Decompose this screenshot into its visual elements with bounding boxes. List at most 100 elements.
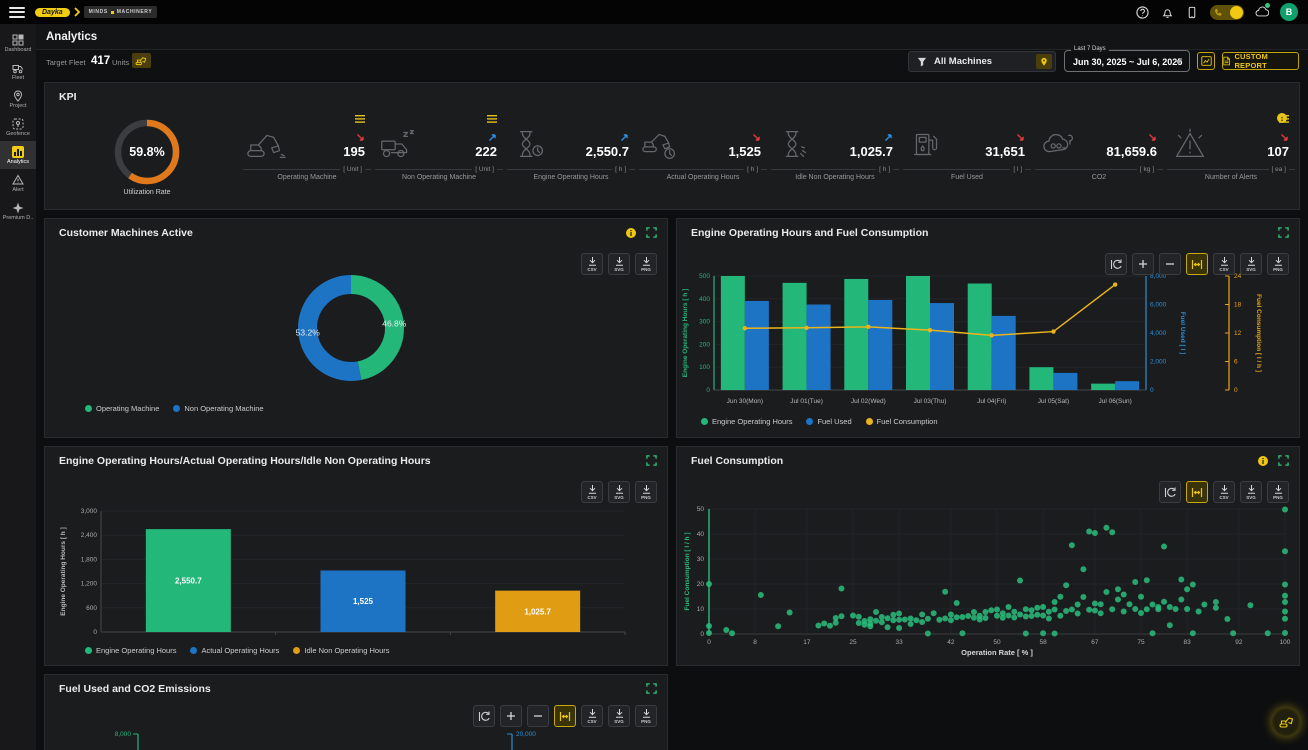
zoom-out-button[interactable]	[527, 705, 549, 727]
hours-comparison-panel: Engine Operating Hours/Actual Operating …	[44, 446, 668, 666]
reset-zoom-button[interactable]	[1159, 481, 1181, 503]
kpi-menu-icon[interactable]	[355, 115, 365, 123]
sidebar-item-geofence[interactable]: Geofence	[0, 113, 36, 141]
reset-zoom-button[interactable]	[1105, 253, 1127, 275]
svg-text:1,025.7: 1,025.7	[524, 607, 551, 616]
legend-item[interactable]: Fuel Consumption	[866, 417, 938, 426]
legend-item[interactable]: Idle Non Operating Hours	[293, 646, 389, 655]
fleet-machine-button[interactable]	[132, 53, 151, 68]
svg-text:1,525: 1,525	[353, 597, 374, 606]
target-fleet-value: 417	[91, 55, 110, 67]
kpi-fuel-used: 31,651 [ l ] Fuel Used	[901, 113, 1033, 207]
date-range-picker[interactable]: Last 7 Days Jun 30, 2025 ~ Jul 6, 2025	[1064, 50, 1190, 72]
kpi-unit: [ Unit ]	[472, 166, 497, 173]
svg-text:2,000: 2,000	[1150, 359, 1167, 366]
svg-text:Fuel Used [ l ]: Fuel Used [ l ]	[1179, 312, 1186, 355]
export-png-button[interactable]: PNG	[1267, 253, 1289, 275]
sidebar-item-alert[interactable]: Alert	[0, 169, 36, 197]
kpi-idle-non-operating-hours: 1,025.7 [ h ] Idle Non Operating Hours	[769, 113, 901, 207]
kpi-menu-icon[interactable]	[487, 115, 497, 123]
kpi-engine-operating-hours: 2,550.7 [ h ] Engine Operating Hours	[505, 113, 637, 207]
machine-assistant-fab[interactable]	[1271, 707, 1301, 737]
legend-item[interactable]: Fuel Used	[806, 417, 851, 426]
svg-text:10: 10	[697, 606, 705, 613]
custom-report-button[interactable]: CUSTOM REPORT	[1222, 52, 1299, 70]
reset-zoom-button[interactable]	[473, 705, 495, 727]
sidebar-item-dashboard[interactable]: Dashboard	[0, 29, 36, 57]
svg-text:3,000: 3,000	[81, 508, 98, 515]
svg-text:92: 92	[1235, 639, 1243, 646]
toggle-knob	[1230, 6, 1243, 19]
hamburger-menu-icon[interactable]	[9, 4, 25, 20]
svg-text:1,800: 1,800	[81, 556, 98, 563]
date-range-value: Jun 30, 2025 ~ Jul 6, 2025	[1073, 57, 1182, 67]
svg-text:Jul 06(Sun): Jul 06(Sun)	[1099, 398, 1132, 405]
alert-icon	[12, 174, 24, 186]
brand-tagline: MINDSMACHINERY	[84, 6, 158, 18]
export-svg-button[interactable]: SVG	[1240, 481, 1262, 503]
pan-zoom-button[interactable]	[554, 705, 576, 727]
cloud-sync-icon[interactable]	[1255, 5, 1269, 19]
legend-item[interactable]: Engine Operating Hours	[85, 646, 176, 655]
zoom-in-button[interactable]	[1132, 253, 1154, 275]
kpi-panel: KPI 59.8% Utilization Rate 195 [ Unit ] …	[44, 82, 1300, 210]
kpi-cells: 195 [ Unit ] Operating Machine 222 [ Uni…	[241, 113, 1297, 207]
help-icon[interactable]	[1135, 5, 1149, 19]
notifications-bell-icon[interactable]	[1160, 5, 1174, 19]
export-csv-button[interactable]: CSV	[581, 705, 603, 727]
chart-report-button[interactable]	[1197, 52, 1215, 70]
excavator-clock-icon	[641, 127, 683, 161]
legend-item[interactable]: Actual Operating Hours	[190, 646, 279, 655]
mobile-device-icon[interactable]	[1185, 5, 1199, 19]
legend-item[interactable]: Non Operating Machine	[173, 404, 263, 413]
legend-item[interactable]: Operating Machine	[85, 404, 159, 413]
kpi-unit: [ kg ]	[1137, 166, 1157, 173]
chart-legend: Operating Machine Non Operating Machine	[85, 404, 264, 413]
sidebar-item-fleet[interactable]: Fleet	[0, 57, 36, 85]
export-csv-button[interactable]: CSV	[581, 253, 603, 275]
excavator-icon	[245, 127, 287, 161]
kpi-divider: [ Unit ]	[243, 169, 371, 170]
sidebar-item-premium[interactable]: Premium D..	[0, 197, 36, 225]
export-csv-button[interactable]: CSV	[1213, 481, 1235, 503]
export-png-button[interactable]: PNG	[635, 253, 657, 275]
phone-connect-toggle[interactable]	[1210, 5, 1244, 20]
machine-location-button[interactable]	[1036, 54, 1052, 69]
sidebar-item-project[interactable]: Project	[0, 85, 36, 113]
export-svg-button[interactable]: SVG	[608, 481, 630, 503]
export-csv-button[interactable]: CSV	[1213, 253, 1235, 275]
custom-report-label: CUSTOM REPORT	[1234, 52, 1298, 70]
zoom-in-button[interactable]	[500, 705, 522, 727]
pan-zoom-button[interactable]	[1186, 253, 1208, 275]
trend-arrow-icon	[1016, 133, 1025, 142]
export-csv-button[interactable]: CSV	[581, 481, 603, 503]
kpi-unit: [ l ]	[1010, 166, 1025, 173]
chevron-right-icon	[74, 7, 80, 17]
page-header: Analytics	[36, 24, 1308, 50]
legend-item[interactable]: Engine Operating Hours	[701, 417, 792, 426]
kpi-menu-icon[interactable]	[1279, 115, 1289, 123]
brand-logo[interactable]: Dayka MINDSMACHINERY	[35, 6, 157, 18]
kpi-divider: [ ea ]	[1167, 169, 1295, 170]
export-svg-button[interactable]: SVG	[608, 705, 630, 727]
svg-text:400: 400	[699, 296, 710, 303]
export-svg-button[interactable]: SVG	[608, 253, 630, 275]
sidebar-item-analytics[interactable]: Analytics	[0, 141, 36, 169]
machine-filter[interactable]: All Machines	[908, 51, 1056, 72]
pan-zoom-button[interactable]	[1186, 481, 1208, 503]
chart-legend: Engine Operating Hours Fuel Used Fuel Co…	[701, 417, 938, 426]
document-icon	[1223, 56, 1230, 66]
dashboard-icon	[12, 34, 24, 46]
svg-text:Jul 05(Sat): Jul 05(Sat)	[1038, 398, 1069, 405]
export-png-button[interactable]: PNG	[635, 481, 657, 503]
phone-icon	[1214, 8, 1223, 17]
export-svg-button[interactable]: SVG	[1240, 253, 1262, 275]
svg-text:100: 100	[699, 364, 710, 371]
svg-text:Fuel Consumption [ l / h ]: Fuel Consumption [ l / h ]	[1255, 294, 1262, 372]
export-png-button[interactable]: PNG	[635, 705, 657, 727]
user-avatar[interactable]: B	[1280, 3, 1298, 21]
kpi-value: 31,651	[985, 144, 1025, 159]
zoom-out-button[interactable]	[1159, 253, 1181, 275]
export-png-button[interactable]: PNG	[1267, 481, 1289, 503]
svg-text:1,200: 1,200	[81, 581, 98, 588]
